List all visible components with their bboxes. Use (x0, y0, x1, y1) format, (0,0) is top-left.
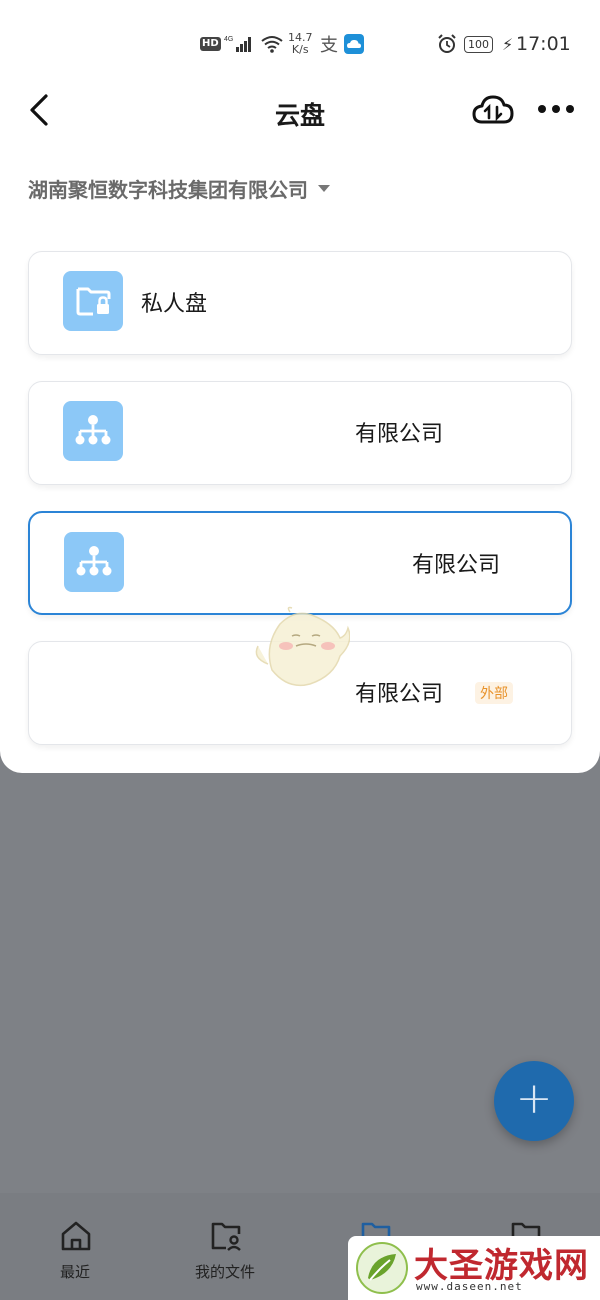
more-button[interactable] (534, 94, 578, 124)
add-button[interactable]: + (494, 1061, 574, 1141)
cloud-transfer-icon (472, 95, 514, 124)
battery-indicator: 100 (464, 36, 493, 53)
more-horizontal-icon (538, 105, 574, 113)
home-icon (61, 1221, 91, 1251)
org-tree-icon (63, 401, 123, 461)
tab-label: 最近 (59, 1263, 90, 1281)
plus-icon: + (515, 1073, 553, 1124)
wifi-icon (260, 22, 284, 66)
alarm-icon (436, 22, 458, 66)
charging-icon: ⚡ (502, 34, 514, 54)
hd-indicator: HD (200, 37, 221, 51)
drive-label: 有限公司 (355, 422, 444, 447)
site-watermark: 大圣游戏网 www.daseen.net (348, 1236, 600, 1300)
cloud-drive-sheet: HD 4G 14.7 K/s 支 100 ⚡ 17:01 云盘 湖南聚恒数字科技… (0, 0, 600, 773)
folder-user-icon (211, 1222, 241, 1251)
company-selector[interactable]: 湖南聚恒数字科技集团有限公司 (28, 172, 330, 204)
drive-card-company-2[interactable]: 有限公司 (28, 511, 572, 615)
drive-card-company-1[interactable]: 有限公司 (28, 381, 572, 485)
cloud-transfer-button[interactable] (472, 92, 514, 128)
mascot-watermark (250, 606, 351, 696)
status-bar: HD 4G 14.7 K/s 支 100 ⚡ 17:01 (0, 22, 600, 66)
network-type: 4G (224, 36, 233, 43)
tab-recent[interactable]: 最近 (30, 1215, 120, 1285)
watermark-url: www.daseen.net (416, 1280, 523, 1293)
tab-label: 我的文件 (194, 1263, 255, 1281)
clock-time: 17:01 (516, 33, 571, 55)
drive-label: 私人盘 (141, 292, 208, 317)
drive-label: 有限公司 (412, 553, 501, 578)
drive-card-private[interactable]: 私人盘 (28, 251, 572, 355)
nav-bar: 云盘 (0, 80, 600, 142)
tab-my-files[interactable]: 我的文件 (180, 1215, 270, 1285)
alipay-icon: 支 (320, 35, 338, 56)
watermark-logo-icon (356, 1242, 408, 1294)
caret-down-icon (318, 184, 330, 192)
net-speed: 14.7 K/s (288, 22, 313, 66)
cloud-app-icon (344, 34, 364, 54)
org-tree-icon (64, 532, 124, 592)
folder-lock-icon (63, 271, 123, 331)
external-tag: 外部 (475, 682, 513, 704)
drive-label: 有限公司 (355, 682, 444, 707)
company-name: 湖南聚恒数字科技集团有限公司 (28, 177, 308, 202)
signal-icon: 4G (224, 22, 256, 66)
net-speed-unit: K/s (291, 43, 309, 56)
